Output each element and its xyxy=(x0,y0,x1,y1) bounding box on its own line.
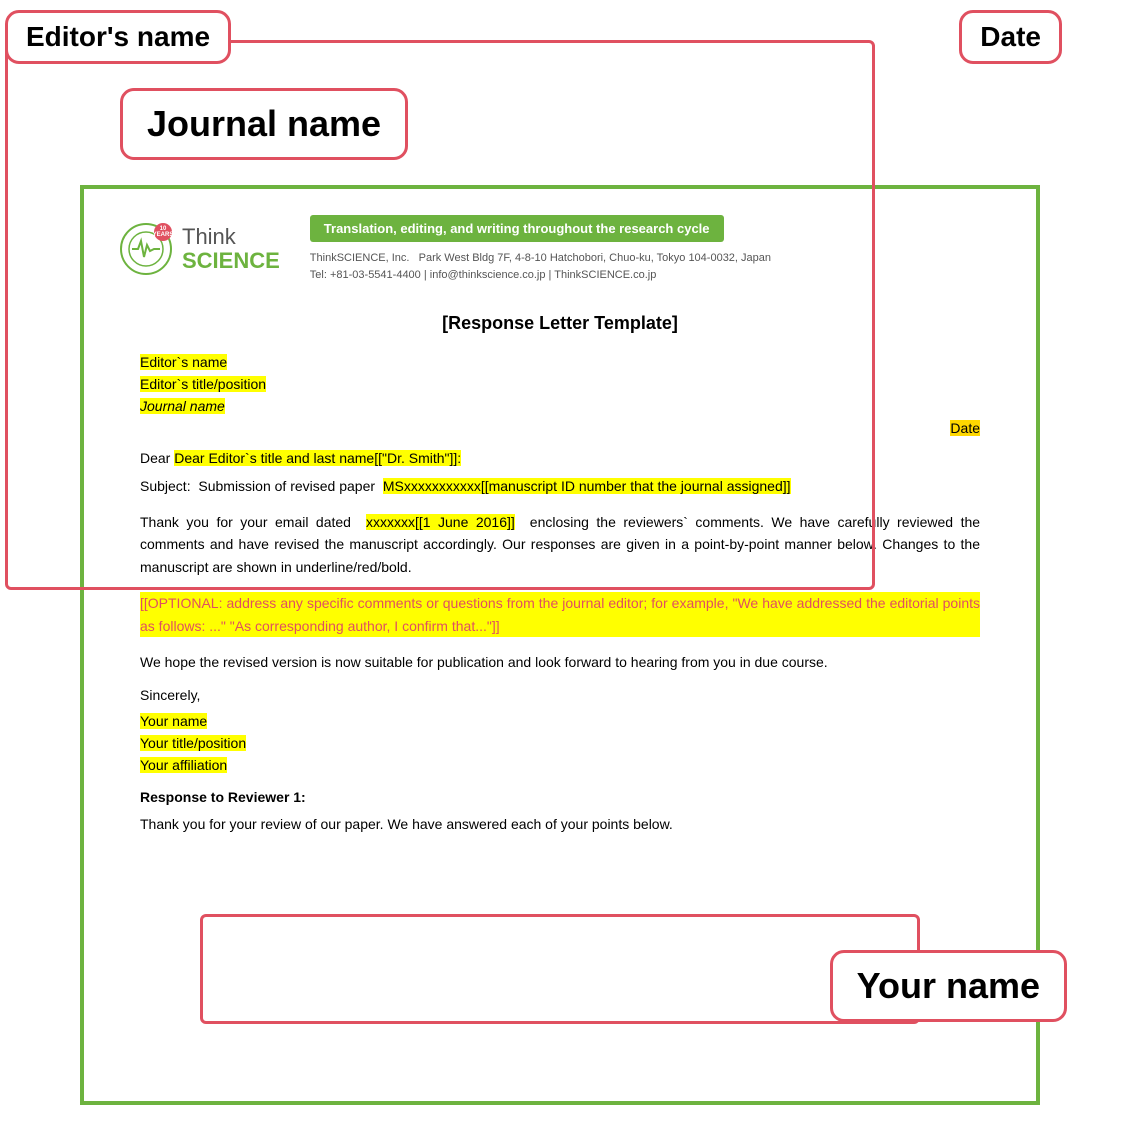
optional-block: [[OPTIONAL: address any specific comment… xyxy=(140,592,980,637)
your-name-value: Your name xyxy=(140,713,207,729)
date-placeholder: xxxxxxx[[1 June 2016]] xyxy=(366,514,515,530)
document: 10 YEARS Think SCIENCE Translation, edit… xyxy=(90,195,1030,866)
doc-body: [Response Letter Template] Editor`s name… xyxy=(90,293,1030,866)
red-box-yourname xyxy=(200,914,920,1024)
body-para-1: Thank you for your email dated xxxxxxx[[… xyxy=(140,511,980,578)
logo-text: Think SCIENCE xyxy=(182,225,280,273)
logo-badge: 10 YEARS xyxy=(154,223,172,241)
header-company: ThinkSCIENCE, Inc. Park West Bldg 7F, 4-… xyxy=(310,250,1000,267)
logo-think: Think xyxy=(182,225,280,249)
callout-date: Date xyxy=(959,10,1062,64)
header-tagline: Translation, editing, and writing throug… xyxy=(310,215,724,242)
company-name: ThinkSCIENCE, Inc. xyxy=(310,252,410,264)
editor-title-field: Editor`s title/position xyxy=(140,376,980,392)
callout-journal-name: Journal name xyxy=(120,88,408,160)
subject-label: Subject: xyxy=(140,478,191,494)
response-header: Response to Reviewer 1: xyxy=(140,789,980,805)
hope-para: We hope the revised version is now suita… xyxy=(140,651,980,673)
subject-line: Subject: Submission of revised paper MSx… xyxy=(140,476,980,497)
journal-name-value: Journal name xyxy=(140,398,225,414)
logo-area: 10 YEARS Think SCIENCE xyxy=(120,223,280,275)
logo-circle: 10 YEARS xyxy=(120,223,172,275)
date-field: Date xyxy=(140,420,980,436)
your-title-field: Your title/position xyxy=(140,735,980,751)
body1-text: Thank you for your email dated xyxy=(140,514,351,530)
company-address: Park West Bldg 7F, 4-8-10 Hatchobori, Ch… xyxy=(419,252,771,264)
logo-years-label: YEARS xyxy=(153,232,174,238)
callout-editors-name: Editor's name xyxy=(5,10,231,64)
your-affiliation-value: Your affiliation xyxy=(140,757,227,773)
sincerely: Sincerely, xyxy=(140,687,980,703)
header-tel: Tel: +81-03-5541-4400 | info@thinkscienc… xyxy=(310,267,1000,284)
response-para: Thank you for your review of our paper. … xyxy=(140,813,980,835)
your-name-field: Your name xyxy=(140,713,980,729)
editor-title-value: Editor`s title/position xyxy=(140,376,266,392)
dear-name: Dear Editor`s title and last name[["Dr. … xyxy=(174,450,461,466)
doc-title: [Response Letter Template] xyxy=(140,313,980,334)
callout-your-name: Your name xyxy=(830,950,1067,1022)
journal-name-field: Journal name xyxy=(140,398,980,414)
subject-text: Submission of revised paper xyxy=(198,478,375,494)
editor-name-value: Editor`s name xyxy=(140,354,227,370)
logo-science: SCIENCE xyxy=(182,249,280,273)
date-value: Date xyxy=(950,420,980,436)
doc-header: 10 YEARS Think SCIENCE Translation, edit… xyxy=(90,195,1030,293)
your-affiliation-field: Your affiliation xyxy=(140,757,980,773)
signature-block: Your name Your title/position Your affil… xyxy=(140,713,980,773)
header-right: Translation, editing, and writing throug… xyxy=(280,215,1000,283)
dear-line: Dear Dear Editor`s title and last name[[… xyxy=(140,450,980,466)
manuscript-id: MSxxxxxxxxxxx[[manuscript ID number that… xyxy=(383,478,791,494)
editor-name-field: Editor`s name xyxy=(140,354,980,370)
your-title-value: Your title/position xyxy=(140,735,246,751)
